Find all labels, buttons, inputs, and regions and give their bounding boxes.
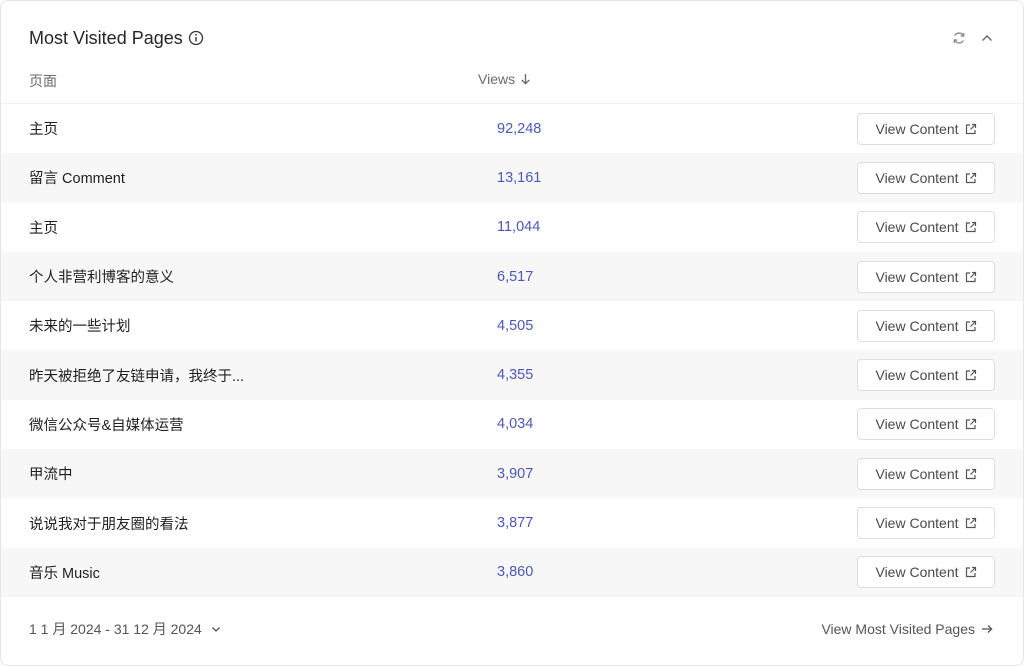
table-row: 甲流中 3,907 View Content [1, 449, 1023, 499]
page-title: 未来的一些计划 [29, 319, 131, 336]
view-content-label: View Content [875, 416, 959, 433]
date-range-label: 1 1 月 2024 - 31 12 月 2024 [29, 621, 202, 637]
views-count: 3,907 [497, 465, 534, 482]
view-content-button[interactable]: View Content [857, 408, 995, 441]
date-range-selector[interactable]: 1 1 月 2024 - 31 12 月 2024 [29, 619, 222, 639]
page-title: 说说我对于朋友圈的看法 [29, 516, 189, 533]
views-count: 3,877 [497, 515, 534, 532]
view-content-label: View Content [875, 268, 959, 285]
view-content-label: View Content [875, 317, 959, 334]
chevron-up-icon[interactable] [979, 30, 995, 46]
view-content-button[interactable]: View Content [857, 457, 995, 490]
page-title: 留言 Comment [29, 171, 125, 188]
view-content-button[interactable]: View Content [857, 161, 995, 194]
views-count: 4,505 [497, 317, 534, 334]
view-content-button[interactable]: View Content [857, 309, 995, 342]
view-content-button[interactable]: View Content [857, 507, 995, 540]
table-row: 个人非营利博客的意义 6,517 View Content [1, 251, 1023, 302]
page-title: 主页 [29, 122, 58, 139]
view-most-visited-pages-label: View Most Visited Pages [821, 621, 975, 637]
external-link-icon [965, 172, 977, 184]
column-header-page: 页面 [29, 73, 57, 89]
card-title: Most Visited Pages [29, 27, 183, 48]
view-content-label: View Content [875, 564, 959, 581]
views-count: 4,355 [497, 367, 534, 384]
views-count: 6,517 [497, 268, 534, 285]
page-title: 个人非营利博客的意义 [29, 270, 174, 287]
page-title: 甲流中 [29, 467, 73, 484]
chevron-down-icon [211, 627, 220, 632]
page-title: 微信公众号&自媒体运营 [29, 417, 184, 434]
header-actions [951, 30, 995, 46]
external-link-icon [965, 271, 977, 283]
view-content-button[interactable]: View Content [857, 112, 995, 145]
most-visited-pages-card: Most Visited Pages 页面 Views 主页 92,248 Vi… [0, 0, 1024, 666]
view-content-button[interactable]: View Content [857, 359, 995, 392]
external-link-icon [965, 369, 977, 381]
page-title: 音乐 Music [29, 565, 100, 582]
arrow-right-icon [982, 625, 993, 633]
view-content-button[interactable]: View Content [857, 211, 995, 244]
table-row: 留言 Comment 13,161 View Content [1, 153, 1023, 203]
table-row: 昨天被拒绝了友链申请，我终于... 4,355 View Content [1, 350, 1023, 400]
views-count: 11,044 [497, 219, 541, 236]
external-link-icon [965, 221, 977, 233]
view-most-visited-pages-link[interactable]: View Most Visited Pages [821, 621, 993, 637]
info-icon[interactable] [188, 30, 204, 46]
views-count: 92,248 [497, 120, 542, 137]
view-content-label: View Content [875, 169, 959, 186]
page-title: 主页 [29, 220, 58, 237]
table-row: 音乐 Music 3,860 View Content [1, 547, 1023, 597]
column-header-views[interactable]: Views [478, 71, 531, 87]
view-content-button[interactable]: View Content [857, 260, 995, 293]
refresh-icon[interactable] [951, 30, 967, 46]
table-header: 页面 Views [1, 69, 1023, 104]
view-content-label: View Content [875, 219, 959, 236]
table-row: 未来的一些计划 4,505 View Content [1, 301, 1023, 350]
arrow-down-icon [521, 74, 530, 85]
external-link-icon [965, 468, 977, 480]
view-content-button[interactable]: View Content [857, 556, 995, 589]
external-link-icon [965, 320, 977, 332]
page-title: 昨天被拒绝了友链申请，我终于... [29, 368, 245, 385]
external-link-icon [965, 418, 977, 430]
table-row: 微信公众号&自媒体运营 4,034 View Content [1, 400, 1023, 449]
external-link-icon [965, 517, 977, 529]
card-header: Most Visited Pages [29, 25, 995, 51]
views-count: 13,161 [497, 169, 542, 186]
table-row: 说说我对于朋友圈的看法 3,877 View Content [1, 498, 1023, 547]
view-content-label: View Content [875, 465, 959, 482]
card-footer: 1 1 月 2024 - 31 12 月 2024 View Most Visi… [29, 615, 993, 643]
table-row: 主页 92,248 View Content [1, 104, 1023, 153]
view-content-label: View Content [875, 515, 959, 532]
view-content-label: View Content [875, 367, 959, 384]
column-header-views-label: Views [478, 71, 516, 87]
external-link-icon [965, 566, 977, 578]
views-count: 3,860 [497, 564, 534, 581]
table-body: 主页 92,248 View Content 留言 Comment 13,161… [1, 104, 1023, 597]
external-link-icon [965, 123, 977, 135]
table-row: 主页 11,044 View Content [1, 203, 1023, 252]
views-count: 4,034 [497, 416, 534, 433]
view-content-label: View Content [875, 120, 959, 137]
